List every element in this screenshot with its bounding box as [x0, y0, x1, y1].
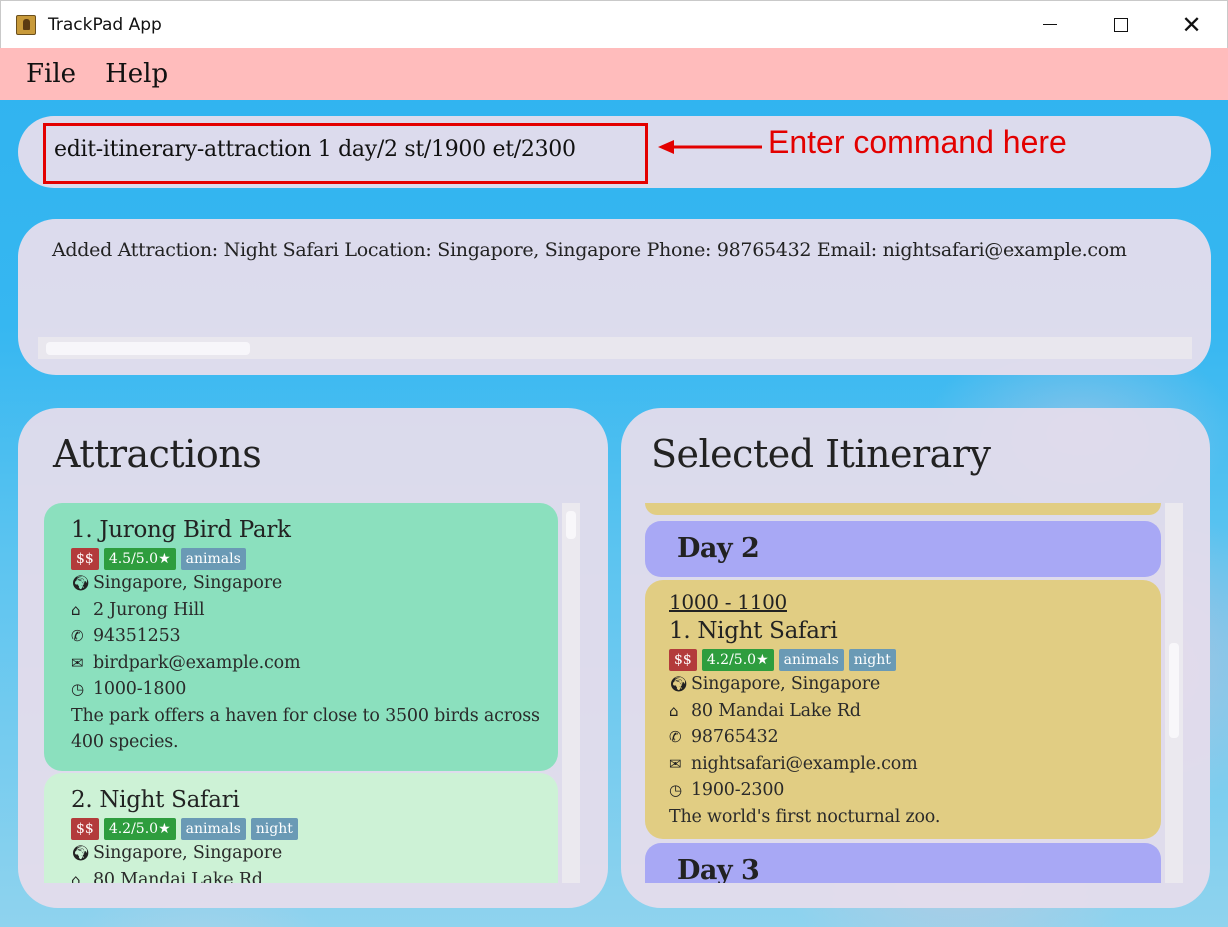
window-controls: ✕ — [1014, 1, 1227, 48]
keyword-tag: animals — [180, 547, 246, 570]
title-bar: TrackPad App ✕ — [0, 0, 1228, 48]
attraction-location: 🌍︎ Singapore, Singapore — [71, 570, 558, 597]
minimize-icon — [1042, 24, 1057, 25]
home-icon: ⌂ — [71, 600, 81, 619]
minimize-button[interactable] — [1014, 1, 1085, 48]
globe-icon: 🌍︎ — [71, 844, 90, 862]
keyword-tag: night — [250, 817, 298, 840]
day-header: Day 3 — [645, 843, 1161, 883]
result-display: Added Attraction: Night Safari Location:… — [18, 219, 1211, 375]
home-icon: ⌂ — [71, 870, 81, 884]
attraction-name: 1. Night Safari — [669, 618, 838, 644]
result-text: Added Attraction: Night Safari Location:… — [52, 239, 1127, 261]
attraction-hours: ◷ 1900-2300 — [669, 777, 1161, 804]
time-range: 1000 - 1100 — [669, 590, 787, 614]
attraction-card[interactable]: 1. Jurong Bird Park $$ 4.5/5.0★ animals … — [44, 503, 558, 771]
attraction-tags: $$ 4.5/5.0★ animals — [71, 547, 558, 570]
attractions-panel: Attractions 1. Jurong Bird Park $$ 4.5/5… — [18, 408, 608, 908]
window-title: TrackPad App — [48, 14, 162, 35]
attractions-scrollbar-thumb[interactable] — [566, 511, 576, 539]
attraction-email: ✉ birdpark@example.com — [71, 650, 558, 677]
maximize-button[interactable] — [1085, 1, 1156, 48]
attraction-location: 🌍︎ Singapore, Singapore — [71, 840, 558, 867]
itinerary-list: Day 2 1000 - 1100 1. Night Safari $$ 4.2… — [645, 503, 1161, 883]
attraction-phone: ✆ 94351253 — [71, 623, 558, 650]
app-icon — [16, 14, 36, 35]
keyword-tag: animals — [180, 817, 246, 840]
menu-bar: File Help — [0, 48, 1228, 100]
attraction-email: ✉ nightsafari@example.com — [669, 751, 1161, 778]
itinerary-scrollbar-thumb[interactable] — [1169, 643, 1179, 738]
attraction-description: The world's first nocturnal zoo. — [669, 806, 941, 827]
itinerary-card-partial — [645, 503, 1161, 515]
attraction-phone: ✆ 98765432 — [669, 724, 1161, 751]
clock-icon: ◷ — [71, 680, 84, 698]
annotation-arrow-icon — [658, 140, 762, 154]
attraction-tags: $$ 4.2/5.0★ animals night — [669, 648, 1161, 671]
keyword-tag: night — [848, 648, 896, 671]
attraction-hours: ◷ 1000-1800 — [71, 676, 558, 703]
price-tag: $$ — [71, 547, 99, 570]
globe-icon: 🌍︎ — [71, 574, 90, 592]
attractions-scrollbar[interactable] — [562, 503, 580, 883]
itinerary-title: Selected Itinerary — [651, 432, 991, 476]
menu-file[interactable]: File — [26, 59, 76, 89]
home-icon: ⌂ — [669, 701, 679, 720]
maximize-icon — [1113, 17, 1128, 32]
attraction-location: 🌍︎ Singapore, Singapore — [669, 671, 1161, 698]
attraction-name: 2. Night Safari — [71, 787, 240, 813]
price-tag: $$ — [669, 648, 697, 671]
attraction-card[interactable]: 2. Night Safari $$ 4.2/5.0★ animals nigh… — [44, 773, 558, 883]
attraction-address: ⌂ 80 Mandai Lake Rd — [71, 867, 558, 884]
itinerary-panel: Selected Itinerary Day 2 1000 - 1100 1. … — [621, 408, 1210, 908]
close-button[interactable]: ✕ — [1156, 1, 1227, 48]
attractions-title: Attractions — [53, 432, 262, 476]
itinerary-scrollbar[interactable] — [1165, 503, 1183, 883]
price-tag: $$ — [71, 817, 99, 840]
phone-icon: ✆ — [71, 627, 84, 645]
rating-tag: 4.2/5.0★ — [103, 817, 176, 840]
mail-icon: ✉ — [669, 754, 682, 773]
keyword-tag: animals — [778, 648, 844, 671]
globe-icon: 🌍︎ — [669, 675, 688, 693]
result-scrollbar-thumb[interactable] — [46, 342, 250, 355]
rating-tag: 4.2/5.0★ — [701, 648, 774, 671]
command-annotation-label: Enter command here — [768, 124, 1067, 160]
attraction-name: 1. Jurong Bird Park — [71, 517, 291, 543]
clock-icon: ◷ — [669, 781, 682, 799]
itinerary-attraction-card[interactable]: 1000 - 1100 1. Night Safari $$ 4.2/5.0★ … — [645, 580, 1161, 839]
command-input[interactable]: edit-itinerary-attraction 1 day/2 st/190… — [54, 137, 576, 162]
mail-icon: ✉ — [71, 653, 84, 672]
attraction-tags: $$ 4.2/5.0★ animals night — [71, 817, 558, 840]
close-icon: ✕ — [1181, 10, 1202, 39]
rating-tag: 4.5/5.0★ — [103, 547, 176, 570]
attraction-description: The park offers a haven for close to 350… — [71, 705, 540, 753]
attractions-list: 1. Jurong Bird Park $$ 4.5/5.0★ animals … — [44, 503, 558, 883]
day-header: Day 2 — [645, 521, 1161, 577]
attraction-address: ⌂ 80 Mandai Lake Rd — [669, 698, 1161, 725]
attraction-address: ⌂ 2 Jurong Hill — [71, 597, 558, 624]
result-horizontal-scrollbar[interactable] — [38, 337, 1192, 359]
phone-icon: ✆ — [669, 728, 682, 746]
menu-help[interactable]: Help — [105, 59, 168, 89]
